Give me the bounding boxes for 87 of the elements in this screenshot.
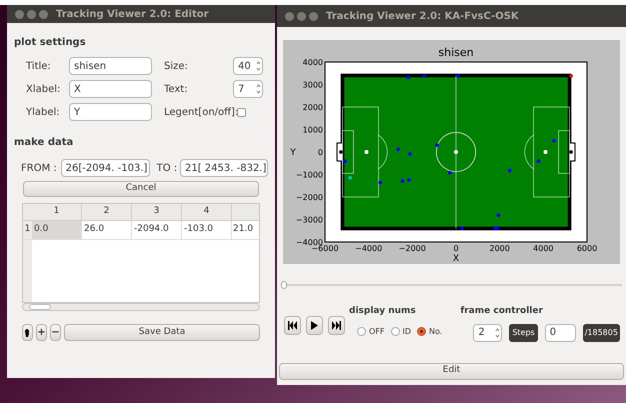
radio-button[interactable] — [390, 327, 400, 336]
stepper-icon[interactable] — [494, 328, 502, 338]
field-label: Ylabel: — [26, 106, 61, 120]
group-label: display nums — [349, 305, 417, 318]
table-cell[interactable]: -2094.0 — [132, 221, 182, 239]
play-button[interactable] — [306, 316, 323, 335]
stepper-icon[interactable] — [255, 61, 262, 71]
radio-button[interactable] — [357, 327, 366, 336]
tick-label: 0 — [453, 244, 459, 253]
minimize-icon[interactable] — [297, 12, 306, 20]
column-header[interactable]: 1 — [32, 204, 82, 220]
table-cell[interactable]: 26.0 — [82, 221, 132, 239]
remove-button[interactable]: − — [50, 324, 61, 341]
section-heading: plot settings — [14, 36, 87, 50]
field-label: TO : — [156, 162, 178, 176]
horizontal-scrollbar[interactable] — [22, 303, 260, 311]
row-header-column — [23, 240, 32, 302]
scroll-thumb[interactable] — [29, 304, 51, 310]
y-axis-label: Y — [290, 148, 296, 158]
tick-label: −2000 — [398, 244, 426, 253]
add-button[interactable]: + — [36, 324, 47, 341]
close-icon[interactable] — [285, 12, 294, 20]
field-label: FROM : — [21, 162, 58, 176]
hand-icon — [24, 328, 31, 337]
x-axis-label: X — [452, 254, 460, 264]
checkbox[interactable] — [237, 108, 246, 116]
input-field[interactable]: 0 — [544, 324, 576, 342]
field-label: Title: — [26, 60, 52, 74]
table-cell[interactable]: -103.0 — [182, 221, 232, 239]
total-frames-button[interactable]: /185805 — [582, 324, 620, 342]
column-header[interactable]: 3 — [132, 204, 182, 220]
skip-back-icon — [288, 321, 297, 330]
spin-box[interactable]: 40 — [233, 57, 263, 75]
input-field[interactable]: 26[-2094. -103.] — [60, 159, 150, 177]
tick-label: 2000 — [302, 103, 323, 112]
tick-label: 4000 — [533, 244, 554, 253]
cancel-button[interactable]: Cancel — [23, 181, 259, 197]
tick-label: −3000 — [296, 216, 323, 224]
maximize-icon[interactable] — [39, 10, 48, 18]
row-header[interactable]: 1 — [23, 221, 32, 239]
table-cell[interactable]: 0.0 — [32, 221, 82, 239]
play-icon — [310, 321, 319, 330]
input-field[interactable]: shisen — [69, 57, 152, 75]
section-heading: make data — [14, 136, 74, 150]
column-header[interactable]: 2 — [82, 204, 132, 220]
tick-label: 1000 — [302, 126, 323, 134]
frame-slider[interactable] — [281, 281, 622, 289]
edit-button[interactable]: Edit — [279, 362, 624, 380]
tick-label: 3000 — [302, 80, 323, 90]
close-icon[interactable] — [15, 10, 24, 18]
field-label: Xlabel: — [26, 82, 62, 96]
input-field[interactable]: 21[ 2453. -832.] — [180, 159, 268, 177]
tick-label: −4000 — [355, 244, 382, 253]
tick-label: 6000 — [576, 244, 598, 253]
radio-label: ID — [402, 326, 412, 338]
spin-box[interactable]: 7 — [233, 80, 263, 98]
field-label: Legent[on/off]: — [164, 106, 237, 120]
tick-label: −2000 — [296, 193, 323, 202]
tick-label: −1000 — [296, 170, 323, 180]
spin-box[interactable]: 2 — [473, 324, 502, 342]
tick-label: −6000 — [311, 244, 339, 253]
input-field[interactable]: Y — [69, 103, 152, 121]
window-title: Tracking Viewer 2.0: Editor — [56, 8, 209, 22]
tick-label: −4000 — [296, 238, 323, 247]
field-label: Size: — [164, 60, 189, 74]
radio-label: OFF — [369, 326, 384, 338]
slider-thumb[interactable] — [281, 281, 287, 289]
radio-label: No. — [429, 326, 442, 338]
input-field[interactable]: X — [69, 80, 152, 98]
tick-label: 2000 — [489, 244, 510, 253]
tick-label: 4000 — [302, 58, 323, 67]
steps-button[interactable]: Steps — [509, 324, 538, 342]
tick-label: 0 — [318, 148, 323, 157]
stepper-icon[interactable] — [255, 84, 262, 94]
column-header[interactable]: 4 — [182, 204, 232, 220]
chart-title: shisen — [438, 46, 474, 59]
hand-button[interactable] — [22, 324, 33, 341]
skip-forward-icon — [332, 321, 341, 330]
save-data-button[interactable]: Save Data — [64, 324, 260, 341]
group-label: frame controller — [460, 305, 544, 318]
maximize-icon[interactable] — [309, 12, 318, 20]
radio-button[interactable] — [417, 327, 426, 336]
minimize-icon[interactable] — [27, 10, 36, 18]
window-title: Tracking Viewer 2.0: KA-FvsC-OSK — [326, 10, 519, 24]
skip-back-button[interactable] — [284, 316, 301, 335]
field-label: Text: — [164, 82, 189, 96]
skip-forward-button[interactable] — [328, 316, 345, 335]
